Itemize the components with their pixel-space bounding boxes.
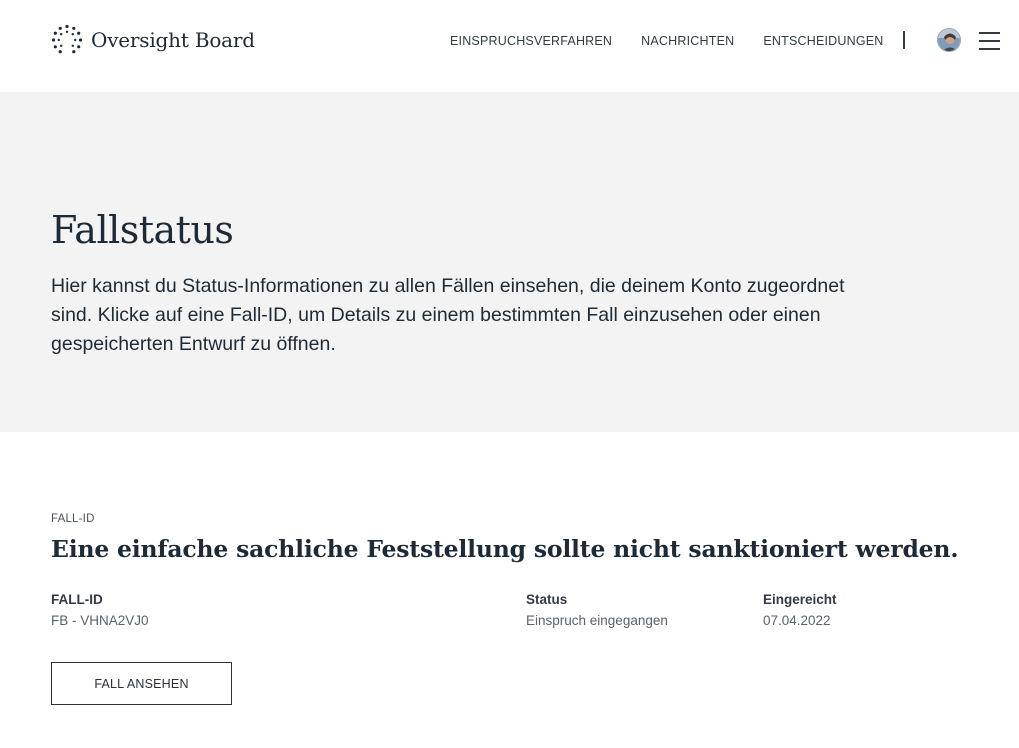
case-id-value: FB - VHNA2VJ0 (51, 613, 149, 628)
nav-link-entscheidungen[interactable]: ENTSCHEIDUNGEN (763, 33, 883, 49)
case-id-label: FALL-ID (51, 592, 103, 607)
case-status-label: Status (526, 592, 568, 607)
site-header: Oversight Board EINSPRUCHSVERFAHREN NACH… (0, 0, 1019, 92)
nav-link-nachrichten[interactable]: NACHRICHTEN (641, 33, 734, 49)
nav-divider (903, 31, 905, 49)
view-case-button[interactable]: FALL ANSEHEN (51, 662, 232, 705)
hero-section: Fallstatus Hier kannst du Status-Informa… (0, 92, 1019, 432)
case-submitted-value: 07.04.2022 (763, 613, 831, 628)
case-submitted-label: Eingereicht (763, 592, 837, 607)
brand-name: Oversight Board (91, 28, 255, 52)
brand-logo[interactable]: Oversight Board (50, 23, 255, 57)
page-description: Hier kannst du Status-Informationen zu a… (51, 275, 845, 355)
oversight-board-logo-icon (51, 24, 83, 54)
main-nav: EINSPRUCHSVERFAHREN NACHRICHTEN ENTSCHEI… (450, 33, 884, 49)
case-title: Eine einfache sachliche Feststellung sol… (51, 535, 959, 563)
hamburger-menu-icon[interactable] (979, 30, 1000, 50)
case-status-value: Einspruch eingegangen (526, 613, 668, 628)
case-eyebrow-label: FALL-ID (51, 513, 95, 525)
nav-link-einspruchsverfahren[interactable]: EINSPRUCHSVERFAHREN (450, 33, 612, 49)
page-title: Fallstatus (51, 208, 234, 252)
user-avatar[interactable] (937, 28, 961, 52)
avatar-image-icon (938, 29, 960, 51)
